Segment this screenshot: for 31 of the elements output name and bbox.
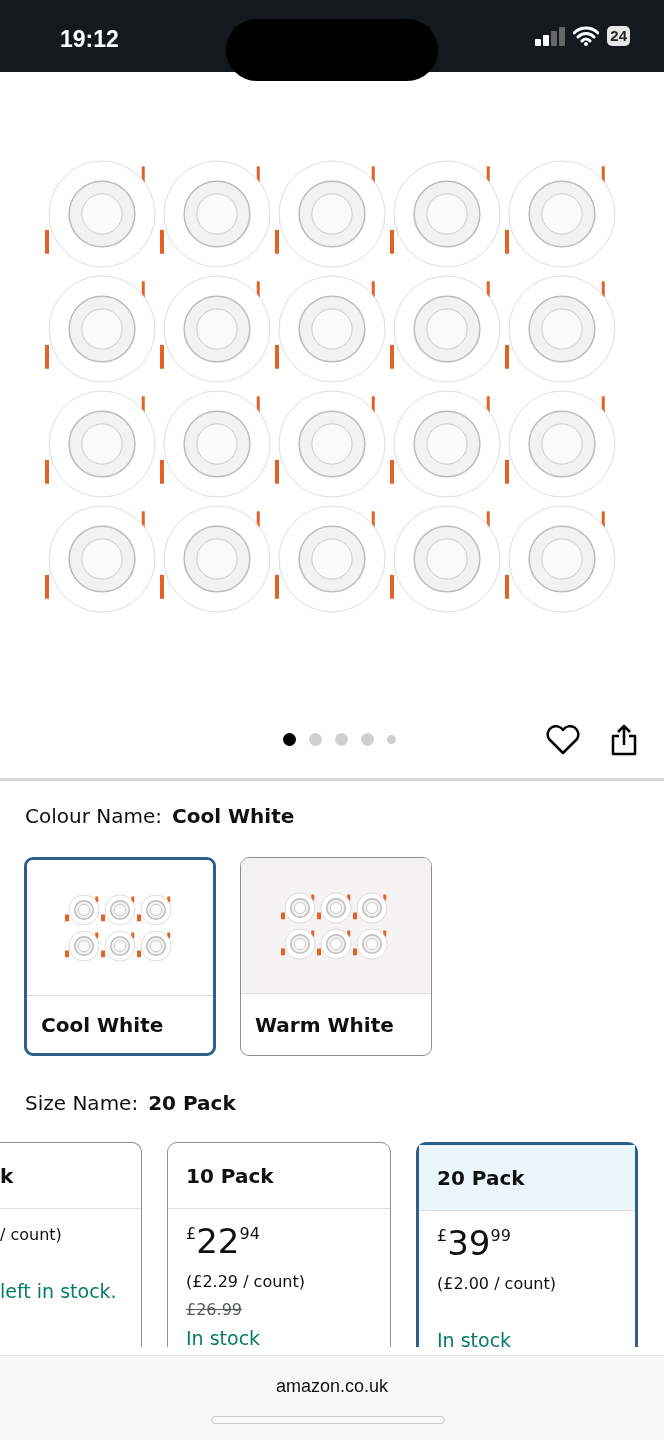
size-option-title: 10 Pack: [186, 1162, 274, 1190]
size-option-title: k: [0, 1162, 14, 1190]
stock-status-text: In stock: [186, 1326, 262, 1347]
carousel-dot[interactable]: [308, 732, 322, 746]
colour-swatch[interactable]: Warm White: [240, 857, 432, 1056]
carousel-dot[interactable]: [360, 732, 374, 746]
price-text: $^{£}$39$^{99}$: [437, 1223, 512, 1265]
wifi-icon: [573, 26, 600, 46]
colour-swatch[interactable]: Cool White: [24, 857, 216, 1056]
url-text[interactable]: amazon.co.uk: [0, 1373, 664, 1400]
stock-status-text: In stock: [437, 1328, 513, 1347]
heart-icon[interactable]: [546, 725, 580, 755]
carousel-dot[interactable]: [386, 734, 396, 744]
battery-level: 24: [607, 26, 630, 46]
carousel-dot[interactable]: [334, 732, 348, 746]
size-label: Size Name:: [25, 1091, 139, 1115]
carousel-dot[interactable]: [282, 732, 296, 746]
price-text: $^{£}$22$^{94}$: [186, 1221, 261, 1263]
size-option-title: 20 Pack: [437, 1164, 525, 1192]
list-price-text: £26.99: [186, 1299, 243, 1321]
unit-price-text: / count): [0, 1224, 63, 1246]
size-value: 20 Pack: [148, 1091, 236, 1115]
signal-icon: [535, 26, 566, 46]
unit-price-text: (£2.29 / count): [186, 1271, 306, 1293]
clock-time: 19:12: [60, 25, 119, 54]
colour-value: Cool White: [172, 804, 295, 828]
size-option-card[interactable]: 20 Pack $^{£}$39$^{99}$ (£2.00 / count) In stock: [416, 1142, 638, 1347]
colour-label: Colour Name:: [25, 804, 162, 828]
stock-status-text: left in stock.: [0, 1279, 118, 1304]
unit-price-text: (£2.00 / count): [437, 1273, 557, 1295]
share-icon[interactable]: [610, 724, 638, 756]
